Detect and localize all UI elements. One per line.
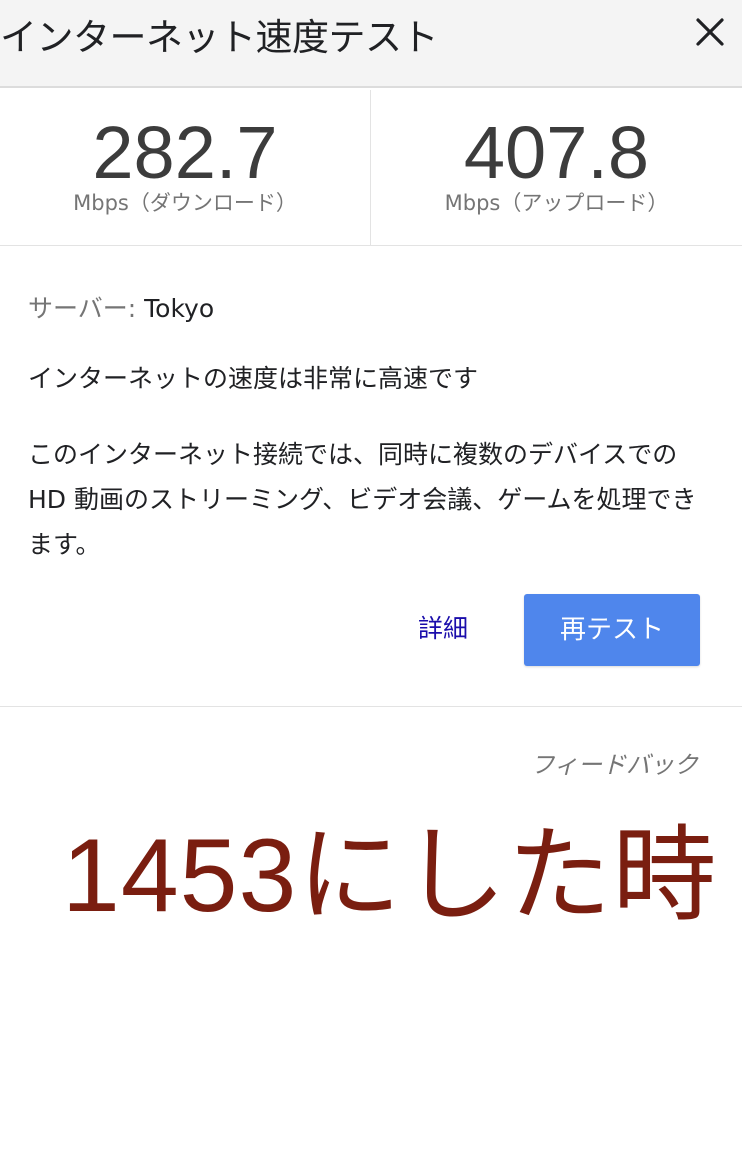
feedback-link[interactable]: フィードバック [530,748,698,782]
server-line: サーバー: Tokyo [28,292,214,326]
upload-speed-unit: Mbps（アップロード） [444,191,669,215]
details-link[interactable]: 詳細 [418,612,468,646]
server-label: サーバー: [28,294,145,323]
download-speed-value: 282.7 [92,111,278,194]
close-icon [696,18,724,46]
section-divider [0,706,742,707]
dialog-header: インターネット速度テスト [0,0,742,88]
download-speed-unit: Mbps（ダウンロード） [73,191,297,215]
speed-verdict: インターネットの速度は非常に高速です [28,364,479,393]
dialog-title: インターネット速度テスト [0,16,439,59]
handwritten-annotation: 1453にした時 [62,818,718,934]
server-value: Tokyo [144,294,215,323]
retest-button[interactable]: 再テスト [524,594,700,666]
download-result: 282.7 Mbps（ダウンロード） [0,90,370,245]
speed-description: このインターネット接続では、同時に複数のデバイスでの HD 動画のストリーミング… [28,440,697,559]
upload-speed-value: 407.8 [463,111,650,194]
close-button[interactable] [690,12,730,52]
speed-results: 282.7 Mbps（ダウンロード） 407.8 Mbps（アップロード） [0,90,742,246]
upload-result: 407.8 Mbps（アップロード） [370,90,742,245]
